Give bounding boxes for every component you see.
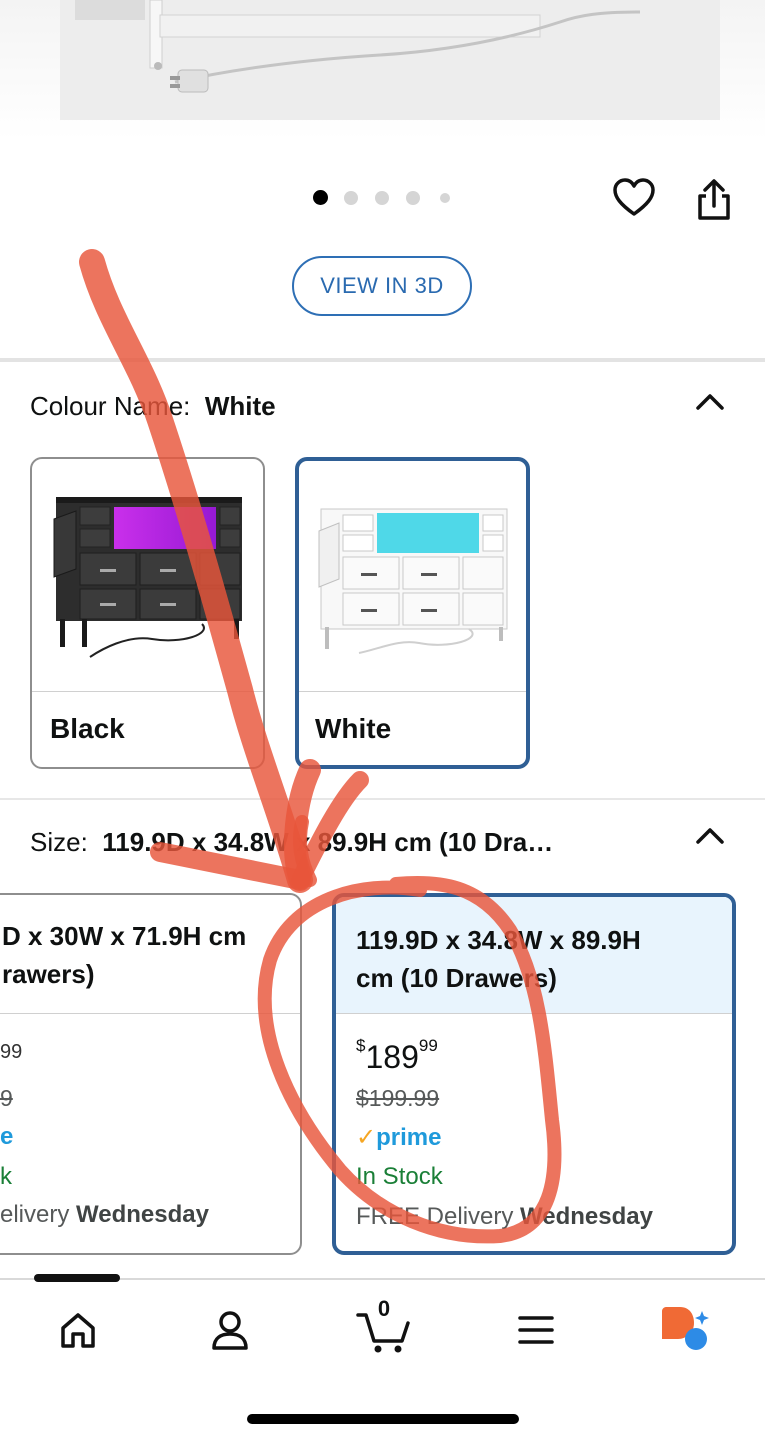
carousel-dot-2[interactable] (344, 191, 358, 205)
carousel-dot-5[interactable] (440, 193, 450, 203)
carousel-dots[interactable] (300, 180, 460, 216)
prime-label: prime (376, 1124, 442, 1151)
card-separator (0, 1013, 300, 1014)
colour-swatch-white-label: White (315, 713, 392, 744)
view-in-3d-button[interactable]: VIEW IN 3D (292, 256, 472, 316)
colour-swatch-black-label: Black (50, 713, 125, 744)
size-label-text: Size: (30, 827, 88, 857)
prime-badge: ✓prime (356, 1123, 441, 1152)
price: 99 (0, 1041, 23, 1063)
bottom-nav: 0 (0, 1274, 765, 1442)
wishlist-button[interactable] (610, 174, 658, 222)
cart-count: 0 (377, 1296, 391, 1321)
delivery-prefix: elivery (0, 1201, 70, 1228)
delivery-info: FREE Delivery Wednesday (356, 1203, 653, 1231)
home-icon (61, 1313, 95, 1348)
delivery-day: Wednesday (520, 1203, 653, 1230)
swatch-separator (32, 691, 263, 692)
menu-icon (518, 1316, 554, 1344)
size-option-title-line2: rawers) (2, 959, 95, 989)
price: $18999 (356, 1036, 438, 1076)
active-tab-indicator (34, 1274, 120, 1282)
colour-collapse-chevron[interactable] (690, 382, 730, 422)
size-option-card[interactable]: D x 30W x 71.9H cm rawers) 99 9 e k eliv… (0, 893, 302, 1255)
size-option-card-selected[interactable]: 119.9D x 34.8W x 89.9H cm (10 Drawers) $… (332, 893, 736, 1255)
home-indicator (247, 1414, 519, 1424)
prime-check-icon: ✓ (356, 1124, 377, 1151)
nav-rufus[interactable] (656, 1302, 712, 1358)
carousel-dot-4[interactable] (406, 191, 420, 205)
divider (0, 358, 765, 362)
swatch-separator (299, 691, 526, 692)
colour-swatch-black[interactable]: Black (30, 457, 265, 769)
chevron-up-icon (696, 828, 724, 844)
chevron-up-icon (696, 394, 724, 410)
price-symbol: $ (356, 1036, 366, 1055)
size-label: Size: 119.9D x 34.8W x 89.9H cm (10 Dra… (30, 827, 553, 858)
size-option-title-line1: 119.9D x 34.8W x 89.9H (356, 925, 641, 955)
share-button[interactable] (690, 176, 738, 224)
colour-label-text: Colour Name: (30, 391, 191, 421)
carousel-dot-3[interactable] (375, 191, 389, 205)
rufus-assistant-icon (662, 1307, 709, 1350)
white-dresser-image (299, 461, 526, 693)
product-image[interactable] (0, 0, 765, 140)
heart-icon (613, 178, 655, 216)
price-fraction: 99 (418, 1036, 438, 1055)
black-dresser-image (32, 459, 263, 691)
prime-badge: e (0, 1123, 14, 1150)
account-icon (212, 1311, 248, 1350)
stock-status: In Stock (356, 1163, 443, 1190)
price-whole: 189 (365, 1039, 419, 1075)
size-option-title-line1: D x 30W x 71.9H cm (2, 921, 247, 951)
carousel-dot-1[interactable] (313, 190, 328, 205)
nav-menu[interactable] (508, 1302, 564, 1358)
delivery-day: Wednesday (76, 1201, 209, 1228)
colour-swatch-white[interactable]: White (295, 457, 530, 769)
delivery-info: elivery Wednesday (0, 1201, 209, 1229)
stock-status: k (0, 1163, 12, 1190)
colour-selected-value: White (204, 391, 276, 421)
size-option-title-line2: cm (10 Drawers) (356, 963, 557, 993)
nav-cart[interactable]: 0 (352, 1296, 416, 1358)
nav-account[interactable] (202, 1302, 258, 1358)
share-icon (698, 179, 730, 220)
list-price: $199.99 (356, 1085, 440, 1111)
nav-home[interactable] (50, 1302, 106, 1358)
size-collapse-chevron[interactable] (690, 816, 730, 856)
colour-label: Colour Name: White (30, 391, 276, 422)
size-selected-value: 119.9D x 34.8W x 89.9H cm (10 Dra… (102, 827, 554, 857)
delivery-prefix: FREE Delivery (356, 1203, 514, 1230)
divider (0, 798, 765, 800)
card-separator (336, 1013, 732, 1014)
list-price: 9 (0, 1085, 13, 1111)
